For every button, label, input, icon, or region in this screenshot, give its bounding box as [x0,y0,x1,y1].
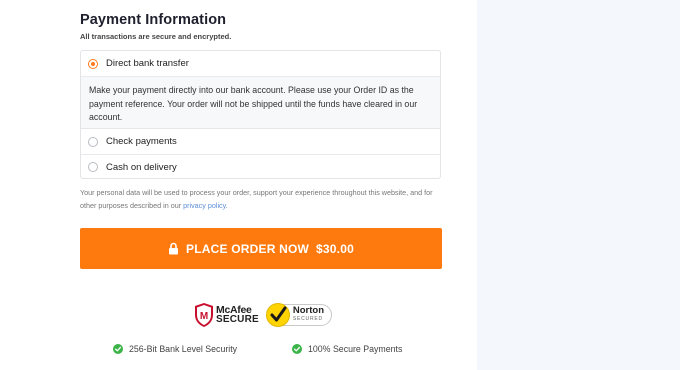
privacy-notice: Your personal data will be used to proce… [80,187,445,212]
mcafee-secure-badge: M McAfee SECURE [194,302,259,328]
page-title: Payment Information [80,12,227,28]
payment-method-check[interactable]: Check payments [81,129,440,155]
check-circle-icon [292,344,302,354]
place-order-button[interactable]: PLACE ORDER NOW $30.00 [80,228,442,269]
privacy-policy-link[interactable]: privacy policy [183,201,226,210]
privacy-end: . [225,200,228,210]
payment-method-label: Check payments [106,136,177,147]
feature-label: 100% Secure Payments [308,344,403,354]
bank-transfer-description: Make your payment directly into our bank… [81,77,440,129]
trust-badges: M McAfee SECURE Norton SECURED [194,300,333,330]
lock-icon [169,242,179,255]
mcafee-shield-icon: M [195,303,213,327]
payment-method-label: Cash on delivery [106,161,177,173]
feature-label: 256-Bit Bank Level Security [129,344,238,354]
mcafee-secure-text: SECURE [216,314,259,325]
feature-item: 100% Secure Payments [292,344,402,354]
page-subtitle: All transactions are secure and encrypte… [80,32,232,41]
right-side-panel [477,0,680,370]
norton-name: Norton [292,305,325,316]
privacy-text: Your personal data will be used to proce… [80,188,433,210]
payment-method-cod[interactable]: Cash on delivery [81,155,440,179]
payment-methods-box: Direct bank transfer Make your payment d… [80,50,441,179]
norton-check-icon [265,303,290,327]
feature-item: 256-Bit Bank Level Security [113,344,237,354]
payment-method-bank-transfer[interactable]: Direct bank transfer [81,51,440,77]
payment-method-label: Direct bank transfer [106,58,189,69]
norton-secured-badge: Norton SECURED [265,303,333,327]
radio-check-payments[interactable] [88,136,98,147]
norton-secured-text: SECURED [292,316,323,322]
check-circle-icon [113,344,123,354]
place-order-label: PLACE ORDER NOW [186,241,310,256]
radio-bank-transfer[interactable] [88,58,98,69]
radio-cash-on-delivery[interactable] [88,162,98,172]
order-total: $30.00 [316,241,354,256]
svg-text:M: M [200,311,208,322]
